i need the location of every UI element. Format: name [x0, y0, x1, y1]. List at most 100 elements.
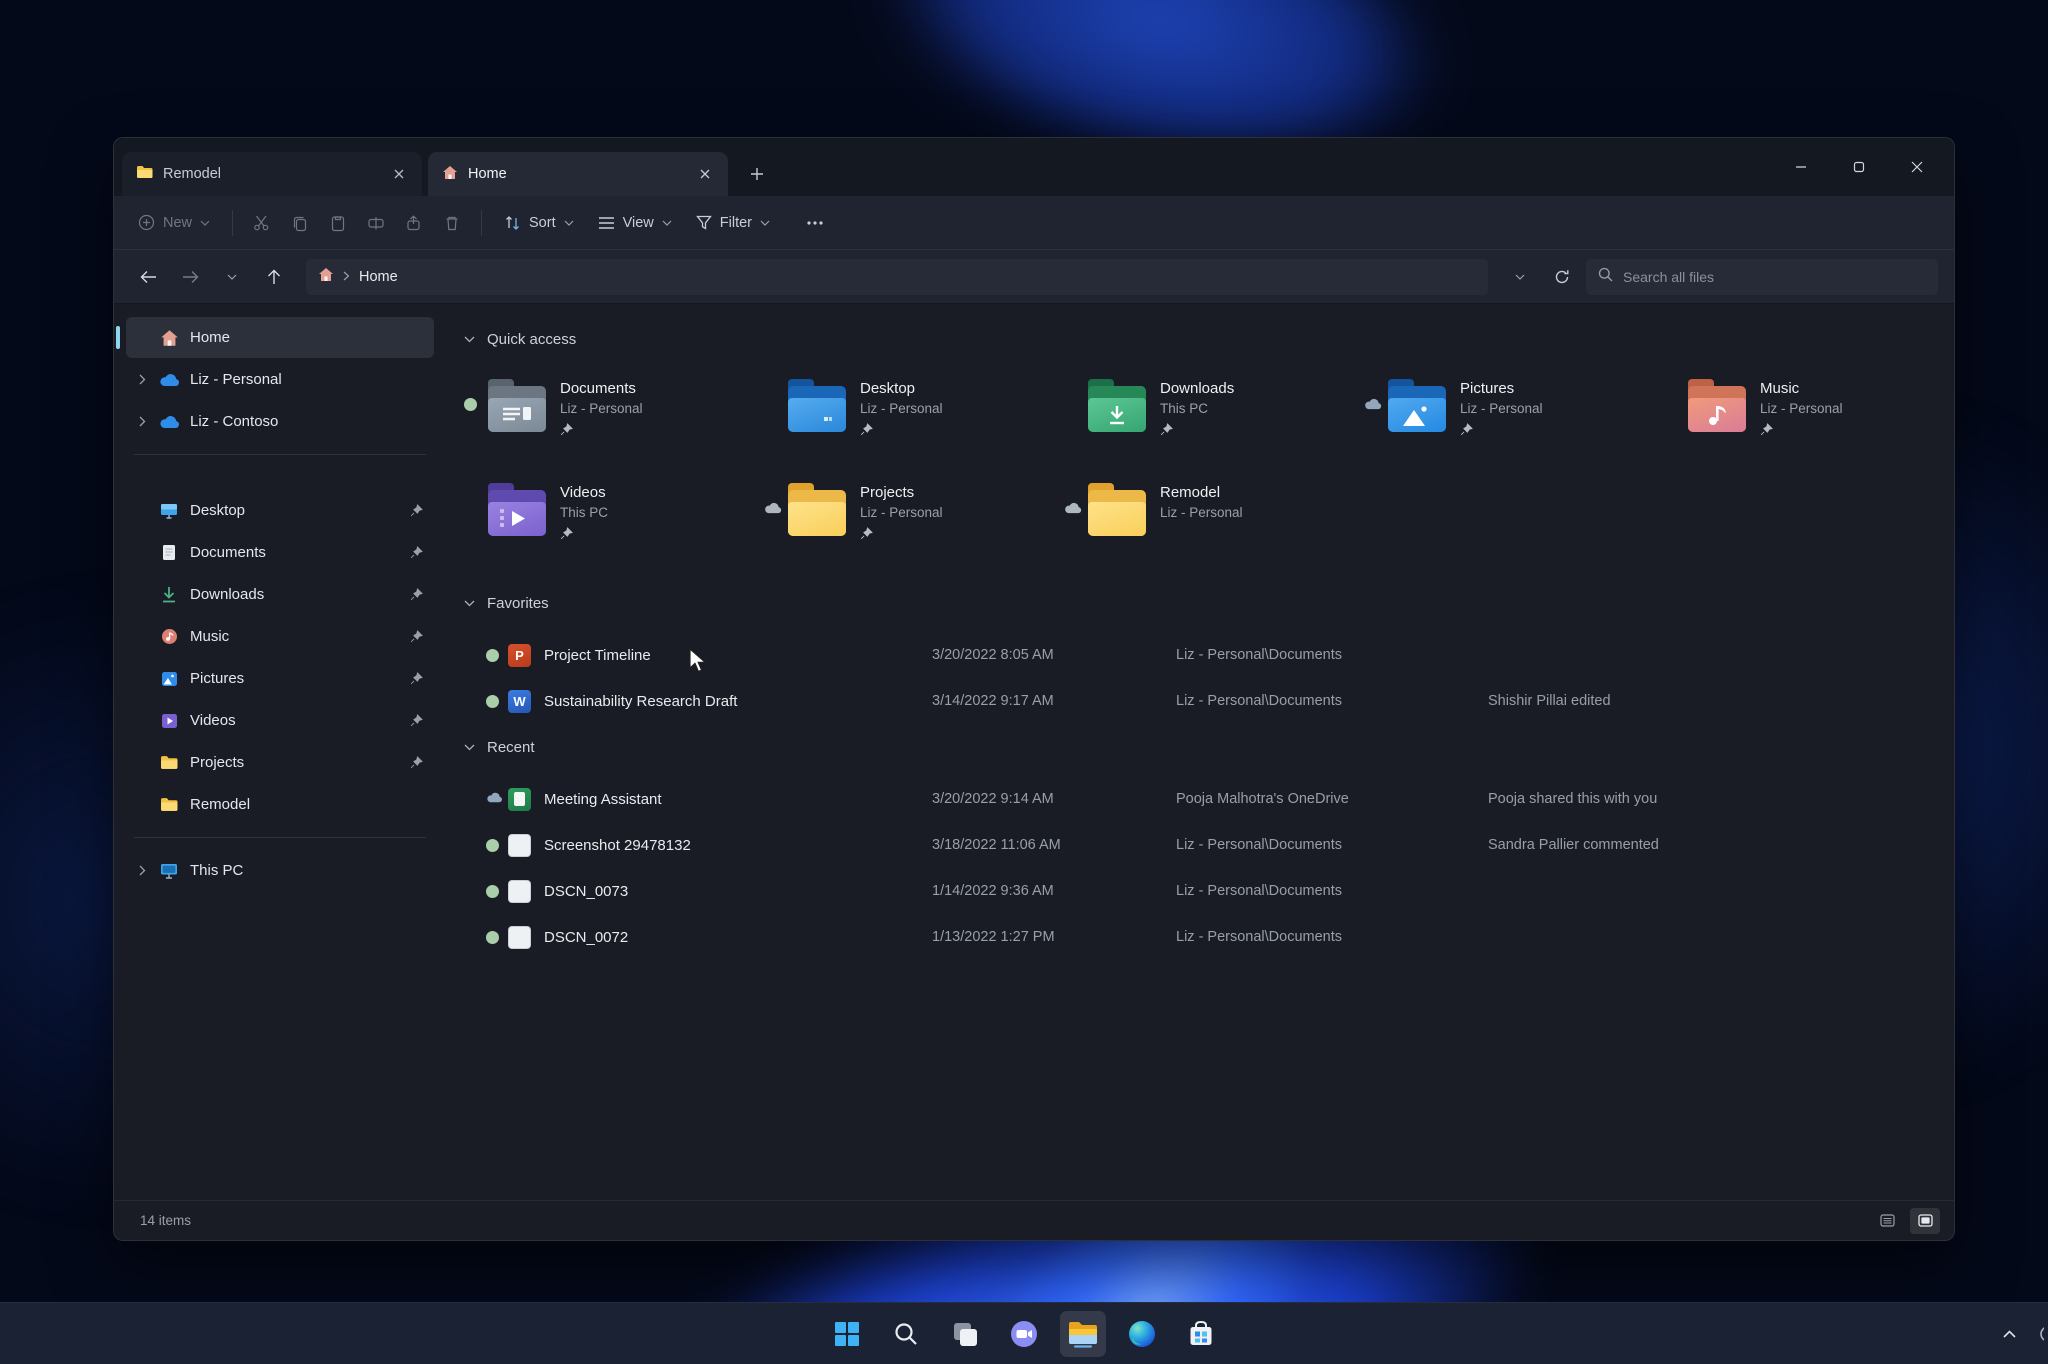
see-more-icon[interactable] — [798, 204, 832, 242]
favorites-list: Project Timeline 3/20/2022 8:05 AM Liz -… — [464, 632, 1944, 724]
sidebar-item-liz-contoso[interactable]: Liz - Contoso — [126, 401, 434, 442]
close-window-button[interactable] — [1888, 138, 1946, 196]
home-icon — [154, 329, 184, 347]
new-button-label: New — [163, 215, 192, 231]
section-header-quick-access[interactable]: Quick access — [464, 326, 1944, 352]
onedrive-cloud-icon — [154, 373, 184, 387]
image-file-icon — [508, 926, 531, 949]
sidebar-item-projects[interactable]: Projects — [126, 742, 434, 783]
copy-icon[interactable] — [283, 204, 317, 242]
sidebar-item-videos[interactable]: Videos — [126, 700, 434, 741]
file-row-project-timeline[interactable]: Project Timeline 3/20/2022 8:05 AM Liz -… — [464, 632, 1944, 678]
file-row-screenshot[interactable]: Screenshot 29478132 3/18/2022 11:06 AM L… — [464, 822, 1944, 868]
sync-status-icon — [486, 695, 499, 708]
file-row-sustainability-research-draft[interactable]: Sustainability Research Draft 3/14/2022 … — [464, 678, 1944, 724]
pin-icon — [1160, 423, 1234, 437]
tile-documents[interactable]: Documents Liz - Personal — [464, 366, 764, 470]
sidebar-item-documents[interactable]: Documents — [126, 532, 434, 573]
tile-projects[interactable]: Projects Liz - Personal — [764, 470, 1064, 574]
file-row-meeting-assistant[interactable]: Meeting Assistant 3/20/2022 9:14 AM Pooj… — [464, 776, 1944, 822]
up-icon[interactable] — [256, 259, 292, 295]
tile-pictures[interactable]: Pictures Liz - Personal — [1364, 366, 1664, 470]
chevron-right-icon[interactable] — [130, 416, 154, 427]
back-icon[interactable] — [130, 259, 166, 295]
task-view-icon[interactable] — [942, 1311, 988, 1357]
videos-icon — [154, 713, 184, 729]
details-view-toggle[interactable] — [1872, 1208, 1902, 1234]
sidebar-item-music[interactable]: Music — [126, 616, 434, 657]
forward-icon[interactable] — [172, 259, 208, 295]
recent-locations-icon[interactable] — [214, 259, 250, 295]
close-tab-icon[interactable] — [386, 161, 412, 187]
rename-icon[interactable] — [359, 204, 393, 242]
breadcrumb[interactable]: Home — [306, 259, 1488, 295]
tab-home[interactable]: Home — [428, 152, 728, 196]
search-taskbar-icon[interactable] — [883, 1311, 929, 1357]
chat-icon[interactable] — [1001, 1311, 1047, 1357]
address-bar: Home — [114, 250, 1954, 304]
start-button[interactable] — [824, 1311, 870, 1357]
tile-desktop[interactable]: Desktop Liz - Personal — [764, 366, 1064, 470]
sidebar-item-remodel[interactable]: Remodel — [126, 784, 434, 825]
sync-status-icon — [486, 839, 499, 852]
sidebar-item-downloads[interactable]: Downloads — [126, 574, 434, 615]
new-tab-button[interactable] — [740, 157, 774, 191]
chevron-down-icon — [464, 600, 475, 607]
share-icon[interactable] — [397, 204, 431, 242]
section-title: Recent — [487, 739, 535, 756]
file-explorer-taskbar-icon[interactable] — [1060, 1311, 1106, 1357]
file-row-dscn-0073[interactable]: DSCN_0073 1/14/2022 9:36 AM Liz - Person… — [464, 868, 1944, 914]
microsoft-store-icon[interactable] — [1178, 1311, 1224, 1357]
tile-music[interactable]: Music Liz - Personal — [1664, 366, 1954, 470]
maximize-button[interactable] — [1830, 138, 1888, 196]
close-tab-icon[interactable] — [692, 161, 718, 187]
file-row-dscn-0072[interactable]: DSCN_0072 1/13/2022 1:27 PM Liz - Person… — [464, 914, 1944, 960]
documents-folder-icon — [488, 386, 546, 432]
tile-videos[interactable]: Videos This PC — [464, 470, 764, 574]
tile-downloads[interactable]: Downloads This PC — [1064, 366, 1364, 470]
search-box[interactable] — [1586, 259, 1938, 295]
view-button-label: View — [623, 215, 654, 231]
cut-icon[interactable] — [245, 204, 279, 242]
sort-button[interactable]: Sort — [494, 204, 584, 242]
sidebar-item-home[interactable]: Home — [126, 317, 434, 358]
large-icons-view-toggle[interactable] — [1910, 1208, 1940, 1234]
chevron-down-icon — [464, 336, 475, 343]
new-button[interactable]: New — [128, 204, 220, 242]
home-icon — [442, 165, 458, 184]
show-hidden-icons-chevron[interactable] — [1994, 1314, 2024, 1354]
pin-icon — [406, 504, 426, 517]
tab-label: Remodel — [163, 166, 376, 182]
image-file-icon — [508, 834, 531, 857]
sidebar-item-liz-personal[interactable]: Liz - Personal — [126, 359, 434, 400]
cloud-status-icon — [764, 482, 788, 514]
edge-browser-icon[interactable] — [1119, 1311, 1165, 1357]
section-header-recent[interactable]: Recent — [464, 734, 1944, 760]
tab-remodel[interactable]: Remodel — [122, 152, 422, 196]
pictures-icon — [154, 671, 184, 687]
filter-button[interactable]: Filter — [686, 204, 780, 242]
search-input[interactable] — [1623, 269, 1926, 285]
sidebar-item-pictures[interactable]: Pictures — [126, 658, 434, 699]
view-button[interactable]: View — [588, 204, 682, 242]
meeting-assistant-file-icon — [508, 788, 531, 811]
paste-icon[interactable] — [321, 204, 355, 242]
delete-icon[interactable] — [435, 204, 469, 242]
pin-icon — [406, 756, 426, 769]
item-count: 14 items — [140, 1213, 191, 1228]
address-dropdown-icon[interactable] — [1502, 259, 1538, 295]
chevron-right-icon[interactable] — [130, 865, 154, 876]
breadcrumb-root[interactable]: Home — [359, 269, 398, 285]
window-controls — [1772, 138, 1946, 196]
chevron-down-icon — [464, 744, 475, 751]
sidebar-item-desktop[interactable]: Desktop — [126, 490, 434, 531]
refresh-icon[interactable] — [1544, 259, 1580, 295]
tile-remodel[interactable]: Remodel Liz - Personal — [1064, 470, 1364, 574]
chevron-right-icon[interactable] — [130, 374, 154, 385]
pin-icon — [406, 714, 426, 727]
sync-status-icon — [486, 885, 499, 898]
sidebar-item-this-pc[interactable]: This PC — [126, 850, 434, 891]
folder-icon — [154, 797, 184, 812]
section-header-favorites[interactable]: Favorites — [464, 590, 1944, 616]
minimize-button[interactable] — [1772, 138, 1830, 196]
